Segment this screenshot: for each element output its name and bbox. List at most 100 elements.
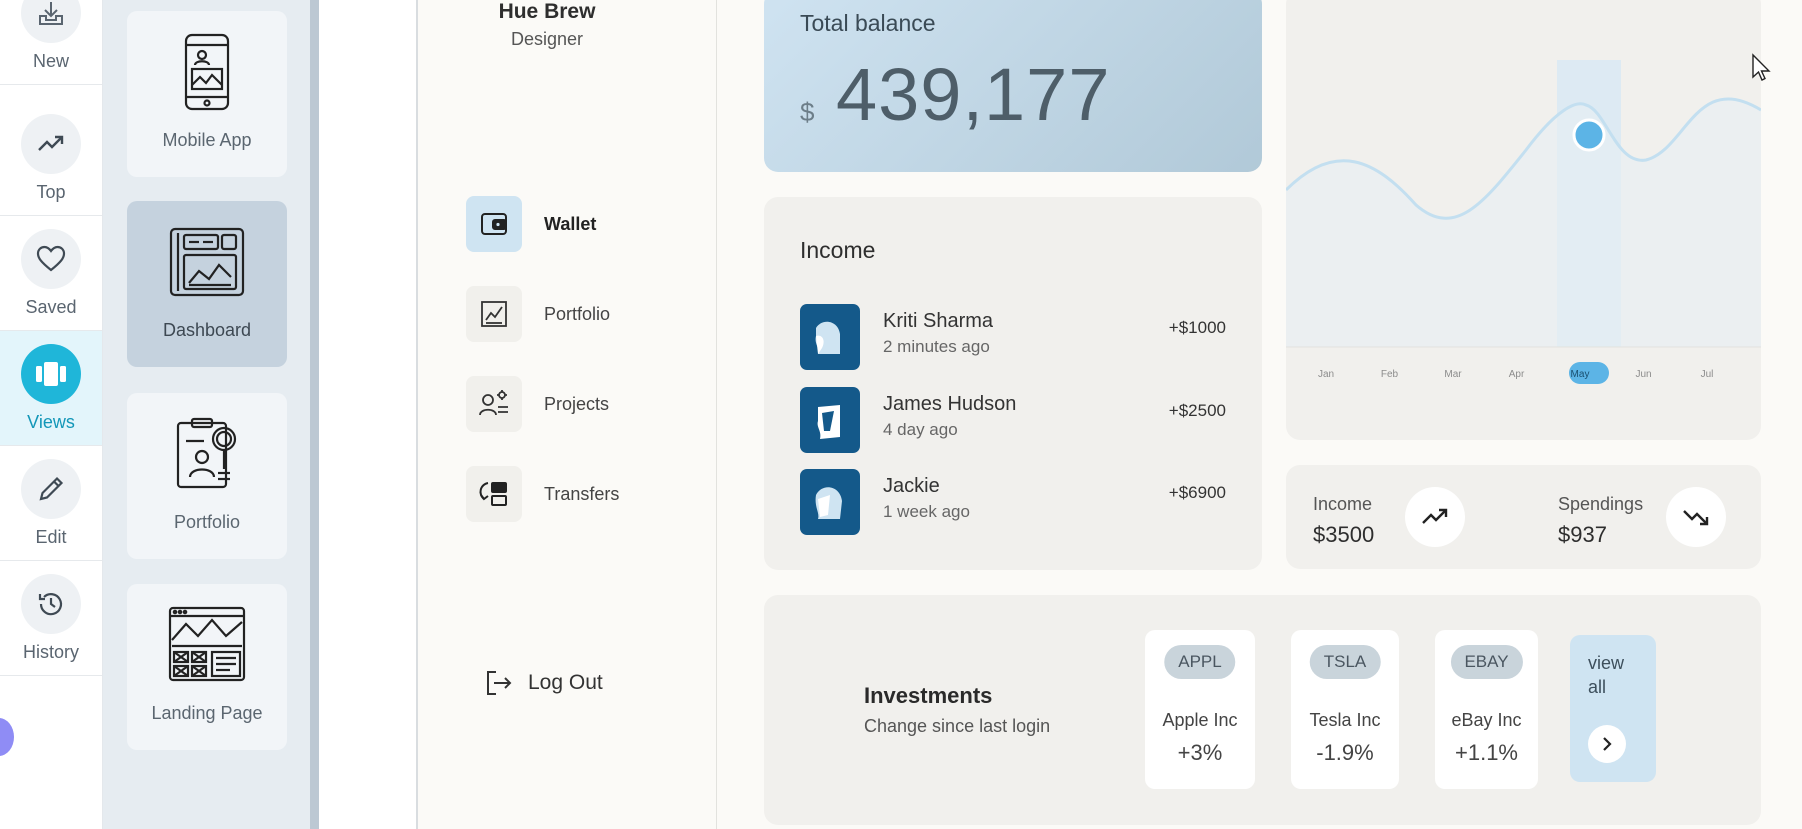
avatar <box>800 387 860 453</box>
stock-change: -1.9% <box>1316 740 1374 765</box>
app-sidebar: Hue Brew Designer Wallet Portfolio Proje… <box>418 0 717 829</box>
stock-card-ebay[interactable]: EBAY eBay Inc +1.1% <box>1435 630 1538 789</box>
stock-card-appl[interactable]: APPL Apple Inc +3% <box>1145 630 1255 789</box>
view-all-button[interactable] <box>1588 725 1626 763</box>
rail-item-history[interactable]: History <box>0 561 102 676</box>
trending-up-button[interactable] <box>1405 487 1465 547</box>
income-row[interactable]: Jackie 1 week ago +$6900 <box>800 469 1226 535</box>
income-card: Income Kriti Sharma 2 minutes ago +$1000… <box>764 197 1262 570</box>
rail-item-edit[interactable]: Edit <box>0 446 102 561</box>
chart-point-highlight[interactable] <box>1572 118 1606 152</box>
summary-card: Income $3500 Spendings $937 <box>1286 465 1761 569</box>
nav-item-portfolio[interactable]: Portfolio <box>466 286 610 342</box>
dashboard-icon <box>169 227 245 297</box>
rail-label: Saved <box>25 297 77 317</box>
income-time: 2 minutes ago <box>883 337 990 356</box>
rail-item-new[interactable]: New <box>0 0 102 85</box>
income-title: Income <box>800 237 876 263</box>
stock-name: Tesla Inc <box>1309 710 1381 730</box>
investments-subtitle: Change since last login <box>864 716 1051 736</box>
income-summary-value: $3500 <box>1313 522 1375 547</box>
rail-label: New <box>32 51 69 71</box>
mouse-cursor-icon <box>1752 53 1771 81</box>
rail-label: Top <box>36 182 66 202</box>
avatar <box>800 469 860 535</box>
line-chart[interactable]: Jan Feb Mar Apr May Jun Jul <box>1284 0 1762 440</box>
logout-label: Log Out <box>528 671 603 694</box>
chevron-right-icon <box>1603 737 1612 751</box>
template-list: Mobile App Dashboard Portfolio Landing P… <box>103 0 310 829</box>
template-landing-page[interactable]: Landing Page <box>127 584 287 750</box>
balance-currency: $ <box>800 97 815 127</box>
trending-down-button[interactable] <box>1666 487 1726 547</box>
income-name: Jackie <box>883 475 940 497</box>
left-rail: New Top Saved Views Edit History <box>0 0 103 829</box>
income-row[interactable]: Kriti Sharma 2 minutes ago +$1000 <box>800 304 1226 370</box>
template-dashboard[interactable]: Dashboard <box>127 201 287 367</box>
carousel-icon <box>21 344 81 404</box>
canvas-margin <box>319 0 416 829</box>
dashboard-preview: Hue Brew Designer Wallet Portfolio Proje… <box>416 0 1802 829</box>
rail-item-top[interactable]: Top <box>0 101 102 216</box>
x-tick-label: Mar <box>1444 369 1462 380</box>
x-tick-label: Apr <box>1509 369 1525 380</box>
wallet-icon <box>466 196 522 252</box>
chart-icon <box>466 286 522 342</box>
heart-icon <box>21 229 81 289</box>
spending-chart-card: Jan Feb Mar Apr May Jun Jul <box>1284 0 1762 440</box>
nav-label: Wallet <box>544 213 597 234</box>
rail-item-saved[interactable]: Saved <box>0 216 102 331</box>
rail-label: History <box>22 642 79 662</box>
template-mobile-app[interactable]: Mobile App <box>127 11 287 177</box>
stock-change: +3% <box>1177 740 1223 765</box>
stock-ticker: TSLA <box>1309 645 1381 679</box>
x-tick-label: Jul <box>1701 369 1714 380</box>
investments-card: Investments Change since last login APPL… <box>764 595 1761 825</box>
profile-name: Hue Brew <box>498 0 596 23</box>
trending-down-icon <box>1683 510 1709 526</box>
balance-amount: 439,177 <box>836 53 1111 136</box>
stock-name: eBay Inc <box>1451 710 1522 730</box>
projects-icon <box>466 376 522 432</box>
nav-label: Transfers <box>544 483 620 504</box>
nav-item-transfers[interactable]: Transfers <box>466 466 619 522</box>
stock-ticker: EBAY <box>1450 645 1523 679</box>
income-amount: +$2500 <box>1168 401 1226 420</box>
nav-label: Projects <box>544 393 610 414</box>
stock-change: +1.1% <box>1455 740 1518 765</box>
x-tick-label: May <box>1571 369 1590 380</box>
transfer-icon <box>466 466 522 522</box>
mobile-app-icon <box>184 33 230 111</box>
pencil-icon <box>21 459 81 519</box>
stock-name: Apple Inc <box>1162 710 1238 730</box>
logout-icon <box>487 671 512 695</box>
nav-item-wallet[interactable]: Wallet <box>466 196 596 252</box>
logout-button[interactable]: Log Out <box>484 668 603 698</box>
income-name: James Hudson <box>883 393 1017 415</box>
x-tick-label: Jan <box>1318 369 1334 380</box>
income-row[interactable]: James Hudson 4 day ago +$2500 <box>800 387 1226 453</box>
x-tick-label: Feb <box>1381 369 1399 380</box>
trending-up-icon <box>1422 508 1448 524</box>
rail-item-views[interactable]: Views <box>0 331 102 446</box>
rail-label: Edit <box>35 527 67 547</box>
rail-label: Views <box>27 412 75 432</box>
income-name: Kriti Sharma <box>883 310 994 332</box>
spendings-summary-label: Spendings <box>1558 494 1644 514</box>
stock-card-tsla[interactable]: TSLA Tesla Inc -1.9% <box>1291 630 1399 789</box>
income-amount: +$1000 <box>1168 318 1226 337</box>
chart-area <box>1286 98 1761 347</box>
trending-up-icon <box>21 114 81 174</box>
inbox-tray-icon <box>21 0 81 43</box>
portfolio-icon <box>176 417 237 489</box>
nav-label: Portfolio <box>544 303 611 324</box>
template-label: Landing Page <box>151 703 263 723</box>
panel-divider[interactable] <box>310 0 319 829</box>
nav-item-projects[interactable]: Projects <box>466 376 609 432</box>
template-portfolio[interactable]: Portfolio <box>127 393 287 559</box>
template-label: Dashboard <box>162 320 252 340</box>
spendings-summary-value: $937 <box>1558 522 1607 547</box>
template-label: Portfolio <box>173 512 241 532</box>
income-time: 1 week ago <box>883 502 970 521</box>
view-all-card[interactable]: view all <box>1570 635 1656 782</box>
